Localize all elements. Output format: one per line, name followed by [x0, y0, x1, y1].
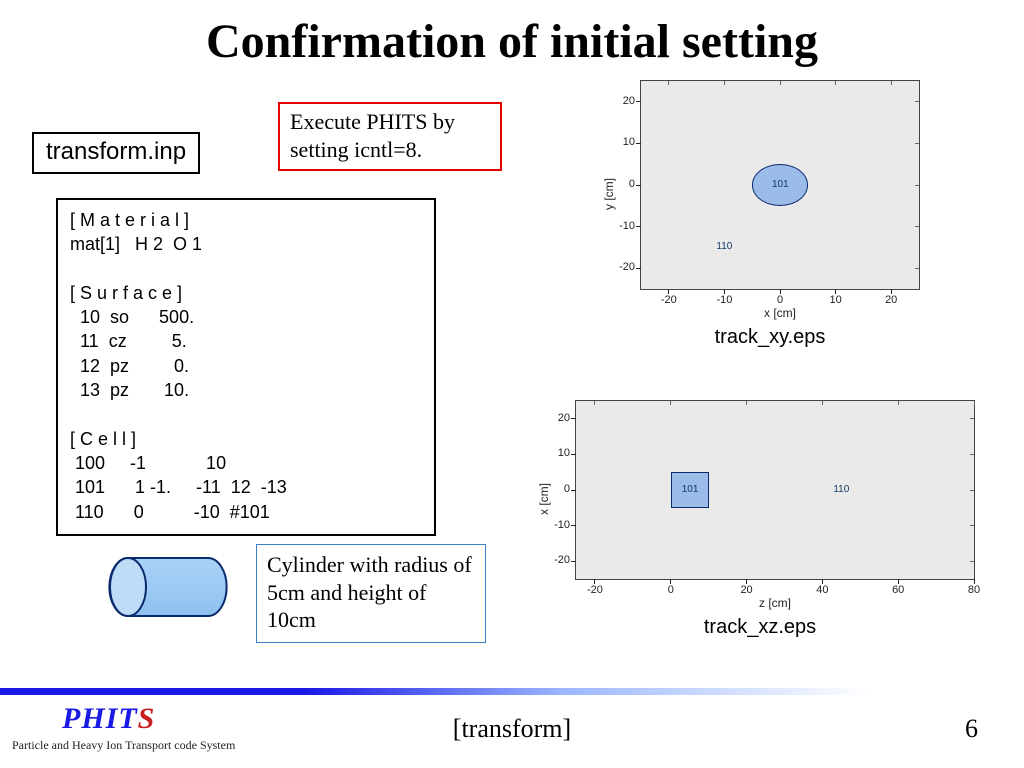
tick-label: 10 — [821, 294, 851, 306]
tick-label: 80 — [959, 584, 989, 596]
chart-xz-plotarea: -20020406080-20-1001020101110 — [575, 400, 975, 580]
tick-label: 20 — [542, 412, 570, 424]
chart-xz-xlabel: z [cm] — [575, 596, 975, 610]
tick-label: 0 — [656, 584, 686, 596]
page-number: 6 — [965, 714, 978, 744]
chart-track-xy: -20-1001020-20-1001020101110 y [cm] x [c… — [590, 80, 950, 349]
instruction-box: Execute PHITS by setting icntl=8. — [278, 102, 502, 171]
region-label: 101 — [682, 484, 699, 495]
code-block: [ M a t e r i a l ] mat[1] H 2 O 1 [ S u… — [56, 198, 436, 536]
tick-label: 20 — [876, 294, 906, 306]
tick-label: -20 — [654, 294, 684, 306]
tick-label: 10 — [542, 447, 570, 459]
tick-label: -10 — [542, 519, 570, 531]
tick-label: 40 — [807, 584, 837, 596]
cylinder-icon — [108, 548, 228, 626]
region-label: 110 — [716, 241, 732, 252]
chart-xy-plotarea: -20-1001020-20-1001020101110 — [640, 80, 920, 290]
tick-label: 10 — [607, 136, 635, 148]
footer-center-text: [transform] — [0, 714, 1024, 744]
tick-label: 0 — [765, 294, 795, 306]
region-label: 101 — [772, 179, 789, 190]
footer-divider — [0, 688, 1024, 695]
tick-label: 20 — [732, 584, 762, 596]
region-label: 110 — [833, 484, 849, 495]
chart-xy-caption: track_xy.eps — [590, 326, 950, 349]
filename-box: transform.inp — [32, 132, 200, 174]
tick-label: 20 — [607, 95, 635, 107]
cylinder-description-text: Cylinder with radius of 5cm and height o… — [267, 552, 472, 632]
tick-label: -10 — [607, 220, 635, 232]
chart-xz-ylabel: x [cm] — [537, 483, 551, 515]
chart-xy-ylabel: y [cm] — [602, 178, 616, 210]
tick-label: -20 — [607, 261, 635, 273]
instruction-text: Execute PHITS by setting icntl=8. — [290, 109, 455, 162]
tick-label: -20 — [542, 554, 570, 566]
filename-text: transform.inp — [46, 138, 186, 165]
chart-xz-caption: track_xz.eps — [525, 616, 995, 639]
chart-track-xz: -20020406080-20-1001020101110 x [cm] z [… — [525, 400, 995, 639]
cylinder-description-box: Cylinder with radius of 5cm and height o… — [256, 544, 486, 643]
tick-label: -20 — [580, 584, 610, 596]
page-title: Confirmation of initial setting — [0, 14, 1024, 69]
tick-label: 60 — [883, 584, 913, 596]
chart-xy-xlabel: x [cm] — [640, 306, 920, 320]
tick-label: -10 — [709, 294, 739, 306]
